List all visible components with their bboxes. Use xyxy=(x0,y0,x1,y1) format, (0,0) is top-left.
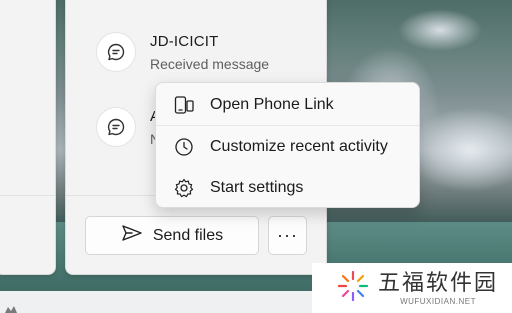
send-files-button[interactable]: Send files xyxy=(85,216,259,255)
activity-item[interactable]: JD-ICICIT Received message xyxy=(96,32,269,72)
watermark-en-text: WUFUXIDIAN.NET xyxy=(400,296,476,306)
menu-separator xyxy=(156,125,419,126)
chat-bubble-icon xyxy=(96,32,136,72)
left-panel-divider xyxy=(0,195,55,196)
clock-icon xyxy=(173,136,195,158)
activity-subtitle: Received message xyxy=(150,56,270,72)
taskbar-app-icon[interactable] xyxy=(4,303,18,313)
send-files-label: Send files xyxy=(152,226,224,244)
menu-item-label: Start settings xyxy=(210,179,304,196)
context-menu: Open Phone Link Customize recent activit… xyxy=(155,82,420,208)
gear-icon xyxy=(173,177,195,199)
menu-item-start-settings[interactable]: Start settings xyxy=(156,170,419,206)
watermark-cn-text: 五福软件园 xyxy=(378,269,499,295)
menu-item-customize-recent-activity[interactable]: Customize recent activity xyxy=(156,129,419,165)
chat-bubble-icon xyxy=(96,107,136,147)
menu-item-label: Open Phone Link xyxy=(210,96,334,113)
activity-title: JD-ICICIT xyxy=(150,33,219,50)
menu-item-open-phone-link[interactable]: Open Phone Link xyxy=(156,87,419,123)
watermark: 五福软件园 WUFUXIDIAN.NET xyxy=(312,263,512,313)
more-icon: ··· xyxy=(277,225,298,245)
more-options-button[interactable]: ··· xyxy=(268,216,307,255)
menu-item-label: Customize recent activity xyxy=(210,138,388,155)
watermark-logo-icon xyxy=(336,269,370,308)
left-panel xyxy=(0,0,56,275)
phone-link-icon xyxy=(173,94,195,116)
send-icon xyxy=(121,224,143,247)
activity-item[interactable]: A N xyxy=(96,107,160,147)
